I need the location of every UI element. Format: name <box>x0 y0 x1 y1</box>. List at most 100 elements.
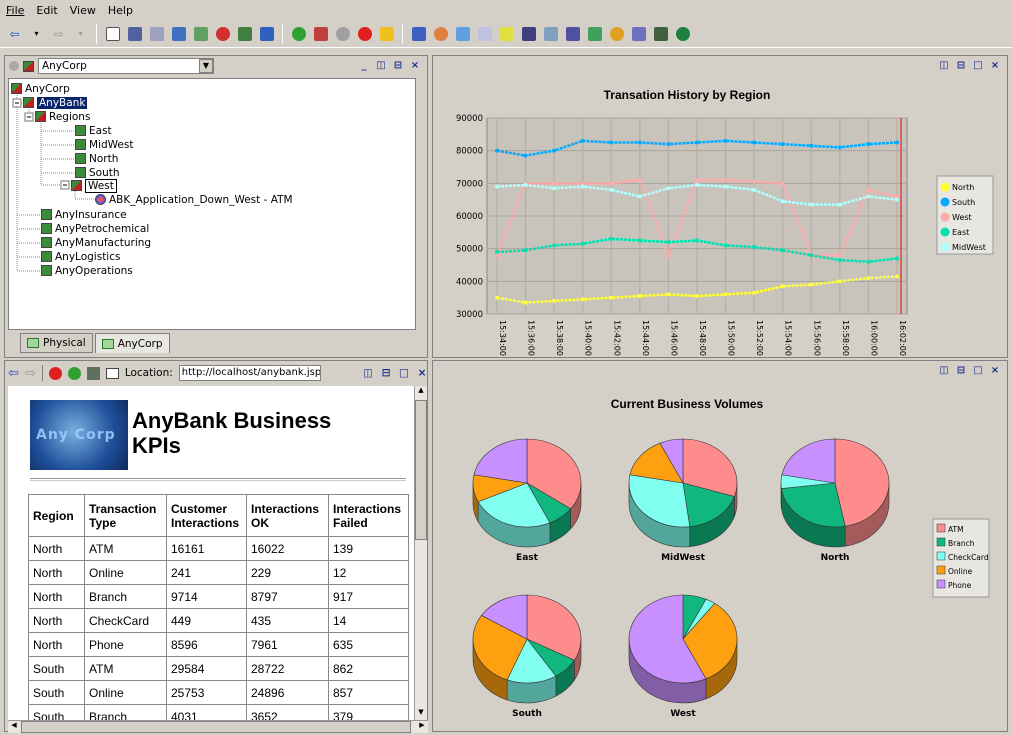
toolbar-separator <box>402 23 403 44</box>
menu-file[interactable]: File <box>6 4 24 17</box>
menu-bar: File Edit View Help <box>0 0 1012 20</box>
tree-node-alert[interactable]: ABK_Application_Down_West - ATM <box>95 193 293 206</box>
close-icon[interactable]: × <box>989 365 1001 376</box>
console-icon[interactable] <box>650 23 671 44</box>
scroll-thumb[interactable] <box>21 721 411 733</box>
menu-view[interactable]: View <box>70 4 96 17</box>
pie-chart: Current Business Volumes East MidWest North… <box>472 397 990 719</box>
tree-node-midwest[interactable]: MidWest <box>75 138 133 151</box>
help-icon[interactable] <box>256 23 277 44</box>
tile-icon[interactable]: ◫ <box>375 60 387 71</box>
data-point <box>837 279 842 284</box>
close-icon[interactable]: × <box>416 367 428 379</box>
script-icon[interactable] <box>628 23 649 44</box>
forward-arrow-icon[interactable]: ⇨ <box>48 23 69 44</box>
tree-node-anypetrochemical[interactable]: AnyPetrochemical <box>41 222 149 235</box>
tree-node-south[interactable]: South <box>75 166 120 179</box>
sound-icon[interactable] <box>376 23 397 44</box>
data-point <box>895 274 899 279</box>
scroll-thumb[interactable] <box>415 400 427 540</box>
data-point <box>866 187 871 192</box>
chevron-down-icon[interactable]: ▼ <box>199 59 213 73</box>
maximize-icon[interactable]: □ <box>972 365 984 376</box>
bug-icon[interactable] <box>310 23 331 44</box>
tree-node-anycorp[interactable]: AnyCorp <box>11 82 70 95</box>
tab-physical[interactable]: Physical <box>20 333 93 353</box>
tree-node-east[interactable]: East <box>75 124 112 137</box>
line-chart-icon[interactable] <box>474 23 495 44</box>
close-icon[interactable]: × <box>409 60 421 71</box>
properties-icon[interactable] <box>146 23 167 44</box>
vertical-scrollbar[interactable]: ▲ ▼ <box>414 386 427 720</box>
scroll-down-icon[interactable]: ▼ <box>415 708 427 720</box>
refresh-icon[interactable] <box>288 23 309 44</box>
tree-node-anymanufacturing[interactable]: AnyManufacturing <box>41 236 151 249</box>
scroll-right-icon[interactable]: ▶ <box>416 721 428 729</box>
table-cell: 917 <box>328 584 409 609</box>
location-input[interactable]: http://localhost/anybank.jsp <box>178 365 321 381</box>
refresh-icon[interactable] <box>67 366 81 380</box>
menu-help[interactable]: Help <box>108 4 133 17</box>
monitor-icon[interactable] <box>168 23 189 44</box>
x-tick-label: 15:56:00 <box>812 320 821 356</box>
dropdown-icon[interactable]: ▾ <box>26 23 47 44</box>
tree-node-north[interactable]: North <box>75 152 118 165</box>
data-point <box>780 248 785 253</box>
horizontal-scrollbar[interactable]: ◀ ▶ <box>8 720 428 733</box>
report-icon[interactable] <box>540 23 561 44</box>
tree-node-anybank[interactable]: AnyBank <box>23 96 88 109</box>
location-label: Location: <box>124 367 173 379</box>
maximize-icon[interactable]: □ <box>398 367 410 379</box>
save-icon[interactable] <box>124 23 145 44</box>
wizard-icon[interactable] <box>606 23 627 44</box>
corp-icon <box>11 83 22 94</box>
tree-node-regions[interactable]: Regions <box>35 110 90 123</box>
split-icon[interactable]: ⊟ <box>955 60 967 71</box>
data-point <box>809 143 814 148</box>
tree-node-west[interactable]: West <box>71 178 117 193</box>
pie-chart-icon[interactable] <box>430 23 451 44</box>
toolbar-separator <box>282 23 283 44</box>
stop-icon[interactable] <box>48 366 62 380</box>
scroll-up-icon[interactable]: ▲ <box>415 386 427 398</box>
network-icon[interactable] <box>212 23 233 44</box>
stop-icon[interactable] <box>354 23 375 44</box>
new-icon[interactable] <box>102 23 123 44</box>
sync-icon[interactable] <box>332 23 353 44</box>
table-cell: 8596 <box>166 632 247 657</box>
gauge-icon[interactable] <box>518 23 539 44</box>
maximize-icon[interactable]: □ <box>972 60 984 71</box>
dropdown-icon[interactable]: ▾ <box>70 23 91 44</box>
home-icon[interactable] <box>86 366 100 380</box>
globe-icon[interactable] <box>672 23 693 44</box>
tile-icon[interactable]: ◫ <box>938 60 950 71</box>
list-icon[interactable] <box>562 23 583 44</box>
close-icon[interactable]: × <box>989 60 1001 71</box>
tree-node-anylogistics[interactable]: AnyLogistics <box>41 250 120 263</box>
table-cell: 16022 <box>246 536 329 561</box>
tools-icon[interactable] <box>234 23 255 44</box>
split-icon[interactable]: ⊟ <box>380 367 392 379</box>
menu-edit[interactable]: Edit <box>36 4 57 17</box>
split-icon[interactable]: ⊟ <box>955 365 967 376</box>
back-arrow-icon[interactable]: ⇦ <box>8 366 19 381</box>
image-icon[interactable] <box>584 23 605 44</box>
bar-chart-icon[interactable] <box>452 23 473 44</box>
forward-arrow-icon[interactable]: ⇨ <box>25 366 36 381</box>
tile-icon[interactable]: ◫ <box>362 367 374 379</box>
find-icon[interactable] <box>190 23 211 44</box>
table-icon[interactable] <box>408 23 429 44</box>
tab-label: AnyCorp <box>117 337 163 350</box>
tree-node-anyinsurance[interactable]: AnyInsurance <box>41 208 127 221</box>
scroll-left-icon[interactable]: ◀ <box>8 721 20 729</box>
back-arrow-icon[interactable]: ⇦ <box>4 23 25 44</box>
area-chart-icon[interactable] <box>496 23 517 44</box>
tree-node-anyoperations[interactable]: AnyOperations <box>41 264 133 277</box>
minimize-icon[interactable]: _ <box>358 60 370 71</box>
tree-selector[interactable]: AnyCorp ▼ <box>38 58 214 74</box>
tab-anycorp[interactable]: AnyCorp <box>94 333 170 353</box>
legend-label: West <box>952 213 972 222</box>
print-icon[interactable] <box>105 367 119 379</box>
split-icon[interactable]: ⊟ <box>392 60 404 71</box>
tile-icon[interactable]: ◫ <box>938 365 950 376</box>
